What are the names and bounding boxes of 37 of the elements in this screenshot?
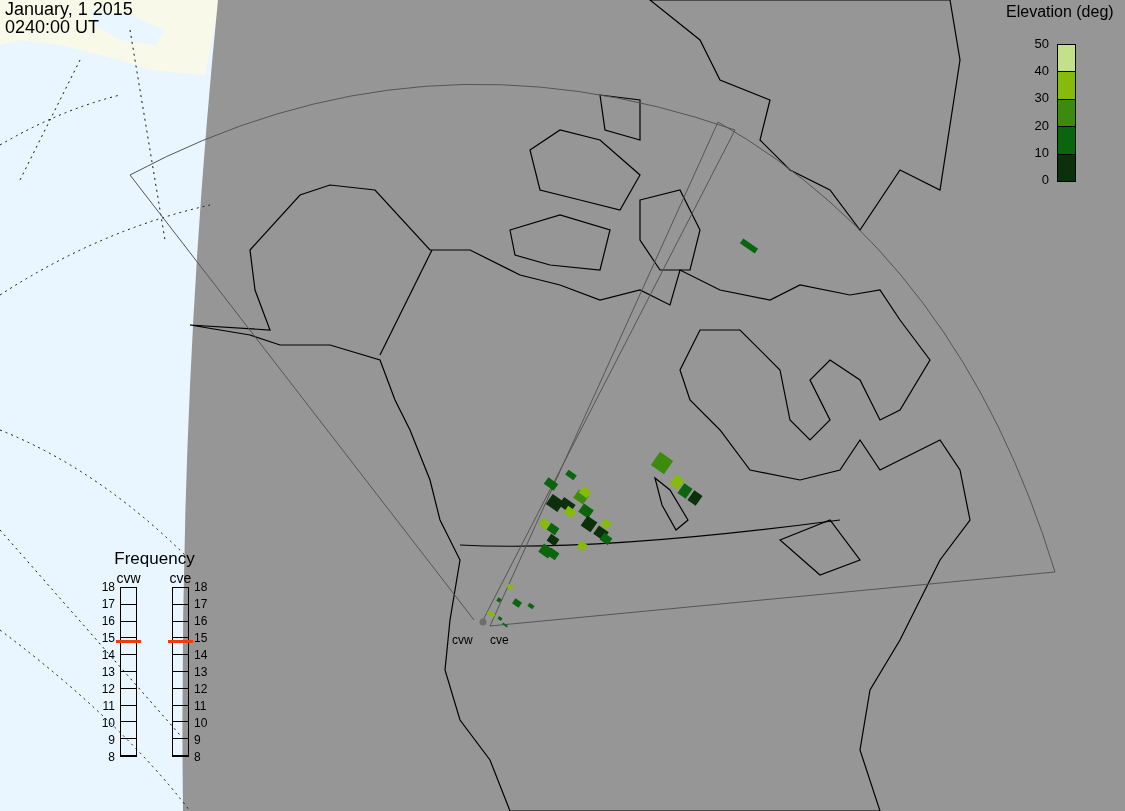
- radar-site-label: cve: [490, 633, 509, 647]
- radar-name-label: cvw: [116, 569, 141, 587]
- frequency-title: Frequency: [114, 549, 195, 569]
- frequency-tick-label: 13: [194, 665, 208, 679]
- time-label: 0240:00 UT: [5, 18, 101, 36]
- frequency-tick-label: 14: [194, 648, 208, 662]
- frequency-tick-label: 8: [108, 750, 115, 764]
- colorbar-title: Elevation (deg): [1006, 3, 1114, 21]
- frequency-tick-label: 15: [101, 631, 115, 645]
- frequency-tick-label: 18: [101, 580, 115, 594]
- radar-site-marker: [479, 618, 487, 626]
- frequency-tick-label: 11: [102, 699, 115, 713]
- frequency-tick-label: 16: [101, 614, 115, 628]
- colorbar-tick-label: 50: [1034, 37, 1049, 51]
- frequency-tick-label: 17: [194, 597, 208, 611]
- colorbar-tick-label: 30: [1034, 91, 1049, 106]
- frequency-tick-label: 9: [194, 733, 201, 747]
- colorbar-tick-label: 10: [1034, 145, 1049, 160]
- frequency-tick-label: 8: [194, 750, 201, 764]
- colorbar-tick-label: 40: [1034, 64, 1049, 79]
- frequency-tick-label: 10: [101, 716, 115, 730]
- frequency-tick-label: 12: [194, 682, 208, 696]
- colorbar-tick-label: 0: [1041, 173, 1049, 187]
- frequency-tick-label: 9: [108, 733, 115, 747]
- frequency-tick-label: 14: [101, 648, 115, 662]
- frequency-tick-label: 17: [101, 597, 115, 611]
- frequency-tick-label: 12: [101, 682, 115, 696]
- radar-site-label: cvw: [452, 633, 473, 647]
- radar-name-label: cve: [169, 569, 192, 587]
- date-label: January, 1 2015: [5, 0, 133, 18]
- frequency-tick-label: 15: [194, 631, 208, 645]
- frequency-tick-label: 10: [194, 716, 208, 730]
- frequency-tick-label: 16: [194, 614, 208, 628]
- colorbar-tick-label: 20: [1034, 118, 1049, 133]
- frequency-tick-label: 18: [194, 580, 208, 594]
- frequency-tick-label: 11: [194, 699, 207, 713]
- frequency-tick-label: 13: [101, 665, 115, 679]
